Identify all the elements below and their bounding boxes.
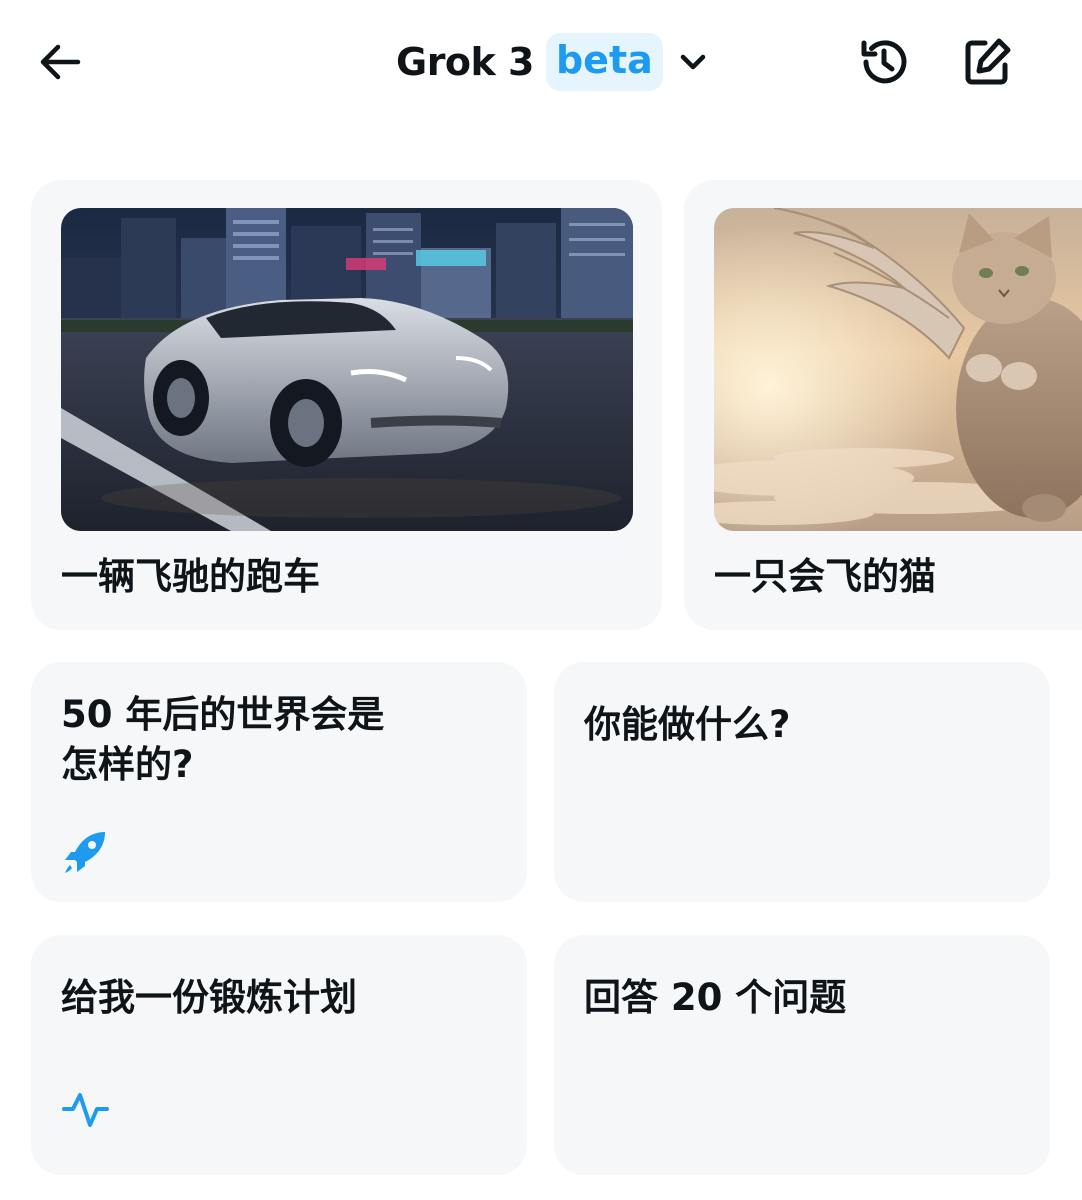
prompt-label: 回答 20 个问题 (584, 976, 847, 1019)
activity-pulse-icon (61, 1087, 109, 1135)
image-prompt-label: 一只会飞的猫 (714, 555, 936, 598)
model-name: Grok 3 (396, 40, 534, 84)
history-button[interactable] (852, 30, 916, 94)
prompt-label: 50 年后的世界会是 怎样的? (61, 693, 385, 786)
prompt-card[interactable]: 回答 20 个问题 (554, 935, 1050, 1175)
history-icon (861, 40, 907, 84)
prompt-card[interactable]: 50 年后的世界会是 怎样的? (31, 662, 527, 902)
image-prompt-card[interactable]: 一只会飞的猫 (684, 180, 1082, 630)
prompt-label: 你能做什么? (584, 703, 791, 746)
prompt-card[interactable]: 你能做什么? (554, 662, 1050, 902)
image-prompt-label: 一辆飞驰的跑车 (61, 555, 320, 598)
prompt-card[interactable]: 给我一份锻炼计划 (31, 935, 527, 1175)
model-switcher[interactable]: Grok 3 beta (396, 32, 709, 92)
image-prompt-card[interactable]: 一辆飞驰的跑车 (31, 180, 662, 630)
top-bar: Grok 3 beta (0, 0, 1082, 130)
prompt-label: 给我一份锻炼计划 (61, 976, 357, 1019)
arrow-left-icon (40, 44, 81, 80)
new-chat-button[interactable] (955, 30, 1019, 94)
rocket-icon (61, 828, 109, 880)
sports-car-image (61, 208, 633, 531)
beta-badge: beta (545, 33, 663, 91)
back-button[interactable] (28, 30, 92, 94)
compose-icon (965, 38, 1011, 85)
chevron-down-icon (677, 46, 709, 78)
flying-cat-image (714, 208, 1082, 531)
